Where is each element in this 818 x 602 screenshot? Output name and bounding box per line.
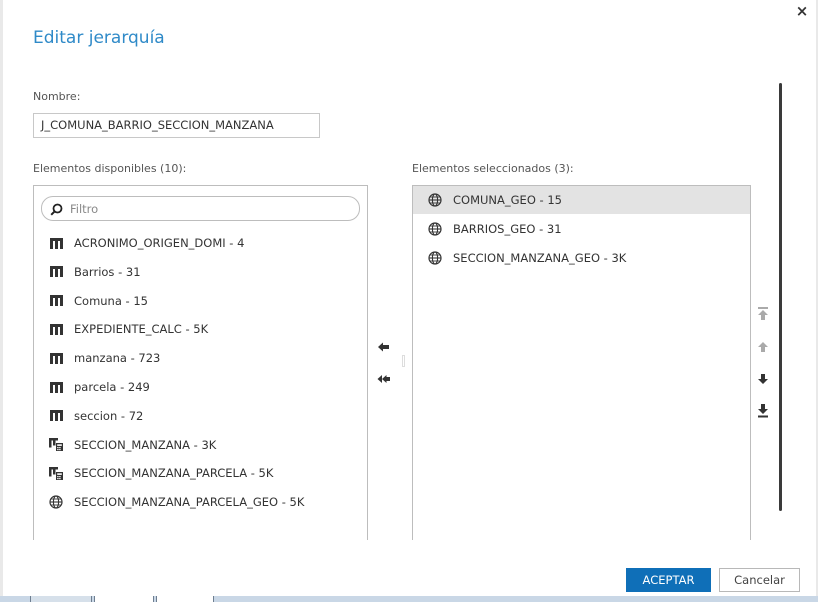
search-icon: [50, 203, 63, 216]
splitter-handle[interactable]: [402, 355, 405, 367]
taskbar-item: [156, 596, 214, 602]
move-up-button[interactable]: [756, 339, 770, 355]
move-to-bottom-button[interactable]: [756, 403, 770, 419]
list-item-label: SECCION_MANZANA_PARCELA - 5K: [74, 466, 274, 481]
move-all-left-button[interactable]: [377, 371, 391, 385]
list-item[interactable]: manzana - 723: [34, 344, 367, 372]
available-items-list[interactable]: Filtro ACRONIMO_ORIGEN_DOMI - 4 Barrios -…: [33, 185, 368, 540]
list-item-label: Barrios - 31: [74, 264, 141, 279]
list-item[interactable]: parcela - 249: [34, 373, 367, 401]
edit-hierarchy-dialog: × Editar jerarquía Nombre: J_COMUNA_BARR…: [0, 0, 818, 602]
list-item-label: BARRIOS_GEO - 31: [453, 221, 562, 236]
calculated-category-icon: [49, 466, 63, 480]
category-icon: [49, 236, 63, 250]
globe-icon: [428, 250, 442, 265]
globe-icon: [428, 222, 442, 236]
arrow-down-icon: [758, 374, 768, 384]
list-item[interactable]: BARRIOS_GEO - 31: [413, 215, 750, 243]
move-down-button[interactable]: [756, 371, 770, 387]
close-button[interactable]: ×: [794, 2, 810, 20]
list-item[interactable]: EXPEDIENTE_CALC - 5K: [34, 315, 367, 343]
globe-icon: [428, 193, 442, 207]
cancel-button[interactable]: Cancelar: [719, 568, 800, 592]
list-item-label: Comuna - 15: [74, 293, 148, 308]
list-item-label: SECCION_MANZANA_GEO - 3K: [453, 250, 627, 265]
name-label: Nombre:: [33, 90, 81, 103]
calculated-category-icon: [49, 438, 63, 452]
dialog-scrollbar[interactable]: [779, 83, 782, 511]
category-icon: [49, 351, 63, 365]
taskbar-item: [94, 596, 154, 602]
list-item-label: COMUNA_GEO - 15: [453, 193, 562, 207]
name-input[interactable]: J_COMUNA_BARRIO_SECCION_MANZANA: [33, 113, 320, 138]
move-to-top-icon: [758, 307, 768, 320]
background-taskbar: [0, 596, 818, 602]
taskbar-item: [30, 596, 92, 602]
filter-placeholder: Filtro: [70, 202, 99, 216]
list-item[interactable]: ACRONIMO_ORIGEN_DOMI - 4: [34, 229, 367, 257]
list-item-label: SECCION_MANZANA - 3K: [74, 437, 217, 452]
list-item[interactable]: COMUNA_GEO - 15: [413, 186, 750, 214]
globe-icon: [49, 495, 63, 509]
list-item[interactable]: Comuna - 15: [34, 287, 367, 315]
list-item-label: seccion - 72: [74, 408, 144, 423]
list-item[interactable]: SECCION_MANZANA_GEO - 3K: [413, 244, 750, 272]
filter-input[interactable]: Filtro: [41, 196, 360, 221]
selected-items-list[interactable]: COMUNA_GEO - 15 BARRIOS_GEO - 31 SECCION_M…: [412, 185, 751, 540]
list-item[interactable]: SECCION_MANZANA_PARCELA - 5K: [34, 459, 367, 487]
move-to-top-button[interactable]: [756, 306, 770, 322]
category-icon: [49, 294, 63, 308]
move-left-button[interactable]: [377, 339, 391, 353]
dialog-left-edge: [0, 0, 3, 602]
category-icon: [49, 380, 63, 394]
list-item[interactable]: SECCION_MANZANA - 3K: [34, 431, 367, 459]
list-item-label: SECCION_MANZANA_PARCELA_GEO - 5K: [74, 495, 305, 510]
list-item[interactable]: SECCION_MANZANA_PARCELA_GEO - 5K: [34, 488, 367, 516]
list-item-label: manzana - 723: [74, 351, 161, 366]
double-arrow-left-icon: [377, 375, 390, 383]
list-item-label: EXPEDIENTE_CALC - 5K: [74, 322, 209, 337]
category-icon: [49, 409, 63, 423]
move-to-bottom-icon: [758, 404, 768, 418]
category-icon: [49, 265, 63, 279]
list-item[interactable]: Barrios - 31: [34, 258, 367, 286]
list-item-label: ACRONIMO_ORIGEN_DOMI - 4: [74, 236, 245, 250]
list-item[interactable]: seccion - 72: [34, 402, 367, 430]
selected-items-label: Elementos seleccionados (3):: [412, 162, 574, 175]
arrow-up-icon: [758, 342, 768, 352]
accept-button[interactable]: ACEPTAR: [626, 568, 711, 592]
arrow-left-icon: [378, 342, 389, 352]
list-item-label: parcela - 249: [74, 380, 150, 394]
category-icon: [49, 322, 63, 336]
available-items-label: Elementos disponibles (10):: [33, 162, 187, 175]
dialog-title: Editar jerarquía: [33, 28, 165, 48]
